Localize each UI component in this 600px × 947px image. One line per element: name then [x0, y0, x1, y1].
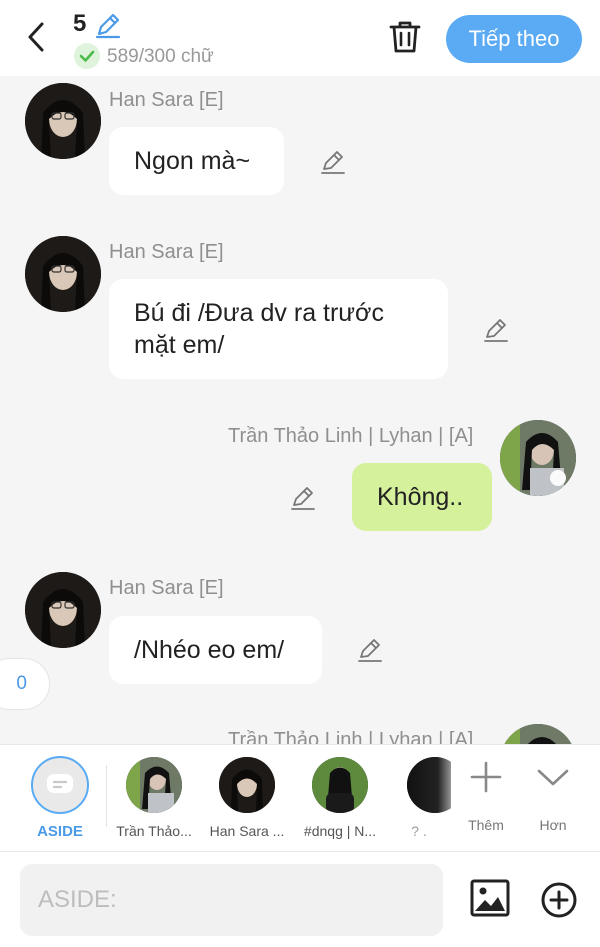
chevron-down-icon — [537, 769, 569, 786]
sender-name: Han Sara [E] — [109, 89, 224, 111]
pencil-icon — [95, 13, 121, 39]
trash-icon — [389, 21, 421, 53]
add-content-button[interactable] — [540, 881, 578, 919]
image-icon — [470, 879, 510, 917]
pencil-icon — [358, 639, 382, 662]
chat-editor-screen: 5 589/300 chữ Tiếp theo Han Sara [E] Ngo… — [0, 0, 600, 947]
chevron-left-icon — [28, 22, 44, 52]
avatar[interactable] — [25, 83, 101, 159]
avatar-photo — [407, 757, 451, 813]
avatar[interactable] — [25, 236, 101, 312]
pencil-icon — [321, 151, 345, 174]
character-name: #dnqg | N... — [303, 823, 377, 839]
character-avatar — [126, 757, 182, 813]
check-icon — [79, 50, 95, 62]
add-character-button[interactable]: Thêm — [456, 755, 516, 833]
chat-bubble-icon — [47, 774, 73, 793]
edit-message-button[interactable] — [289, 484, 317, 512]
avatar[interactable] — [500, 420, 576, 496]
delete-button[interactable] — [388, 19, 422, 55]
sender-name: Trần Thảo Linh | Lyhan | [A] — [228, 729, 474, 744]
avatar-photo — [500, 420, 576, 496]
edit-title-button[interactable] — [94, 11, 122, 39]
edit-message-button[interactable] — [482, 316, 510, 344]
sender-name: Trần Thảo Linh | Lyhan | [A] — [228, 425, 474, 447]
add-label: Thêm — [468, 817, 504, 833]
character-name: Trần Thảo... — [116, 823, 192, 839]
divider — [106, 765, 107, 827]
message-bubble[interactable]: Bú đi /Đưa dv ra trước mặt em/ — [109, 279, 448, 379]
pencil-icon — [291, 487, 315, 510]
episode-number: 5 — [73, 10, 87, 37]
plus-circle-icon — [541, 882, 577, 918]
character-name: ? . — [411, 823, 427, 839]
character-name: Han Sara ... — [209, 823, 285, 839]
avatar-photo — [25, 236, 101, 312]
word-count: 589/300 chữ — [107, 46, 214, 67]
plus-icon — [470, 761, 502, 793]
insert-image-button[interactable] — [470, 879, 510, 917]
message-bubble[interactable]: Không.. — [352, 463, 492, 531]
composer — [0, 852, 600, 947]
character-item[interactable]: Han Sara ... — [201, 757, 293, 839]
more-button[interactable]: Hơn — [523, 755, 583, 833]
character-item[interactable]: ? . — [387, 757, 451, 839]
check-badge — [74, 43, 100, 69]
character-item[interactable]: #dnqg | N... — [294, 757, 386, 839]
pencil-icon — [484, 319, 508, 342]
message-list[interactable]: Han Sara [E] Ngon mà~ Han Sara [E] Bú đi… — [0, 76, 600, 744]
avatar-photo — [500, 724, 576, 744]
sender-name: Han Sara [E] — [109, 577, 224, 599]
aside-button[interactable] — [31, 756, 89, 814]
next-button[interactable]: Tiếp theo — [446, 15, 582, 63]
edit-message-button[interactable] — [319, 148, 347, 176]
avatar-photo — [219, 757, 275, 813]
character-avatar — [312, 757, 368, 813]
avatar-photo — [126, 757, 182, 813]
avatar-photo — [25, 83, 101, 159]
character-avatar — [219, 757, 275, 813]
unread-count-badge[interactable]: 0 — [0, 658, 50, 710]
avatar[interactable] — [25, 572, 101, 648]
message-input[interactable] — [20, 864, 443, 936]
edit-message-button[interactable] — [356, 636, 384, 664]
sender-name: Han Sara [E] — [109, 241, 224, 263]
aside-label: ASIDE — [37, 823, 83, 840]
message-bubble[interactable]: Ngon mà~ — [109, 127, 284, 195]
avatar[interactable] — [500, 724, 576, 744]
top-bar: 5 589/300 chữ Tiếp theo — [0, 0, 600, 76]
back-button[interactable] — [22, 20, 52, 54]
avatar-photo — [312, 757, 368, 813]
character-selector: ASIDE Trần Thảo... Han Sara ... #dnqg | … — [0, 744, 600, 852]
character-avatar — [407, 757, 451, 813]
avatar-photo — [25, 572, 101, 648]
character-item[interactable]: Trần Thảo... — [108, 757, 200, 839]
message-bubble[interactable]: /Nhéo eo em/ — [109, 616, 322, 684]
more-label: Hơn — [539, 817, 567, 833]
